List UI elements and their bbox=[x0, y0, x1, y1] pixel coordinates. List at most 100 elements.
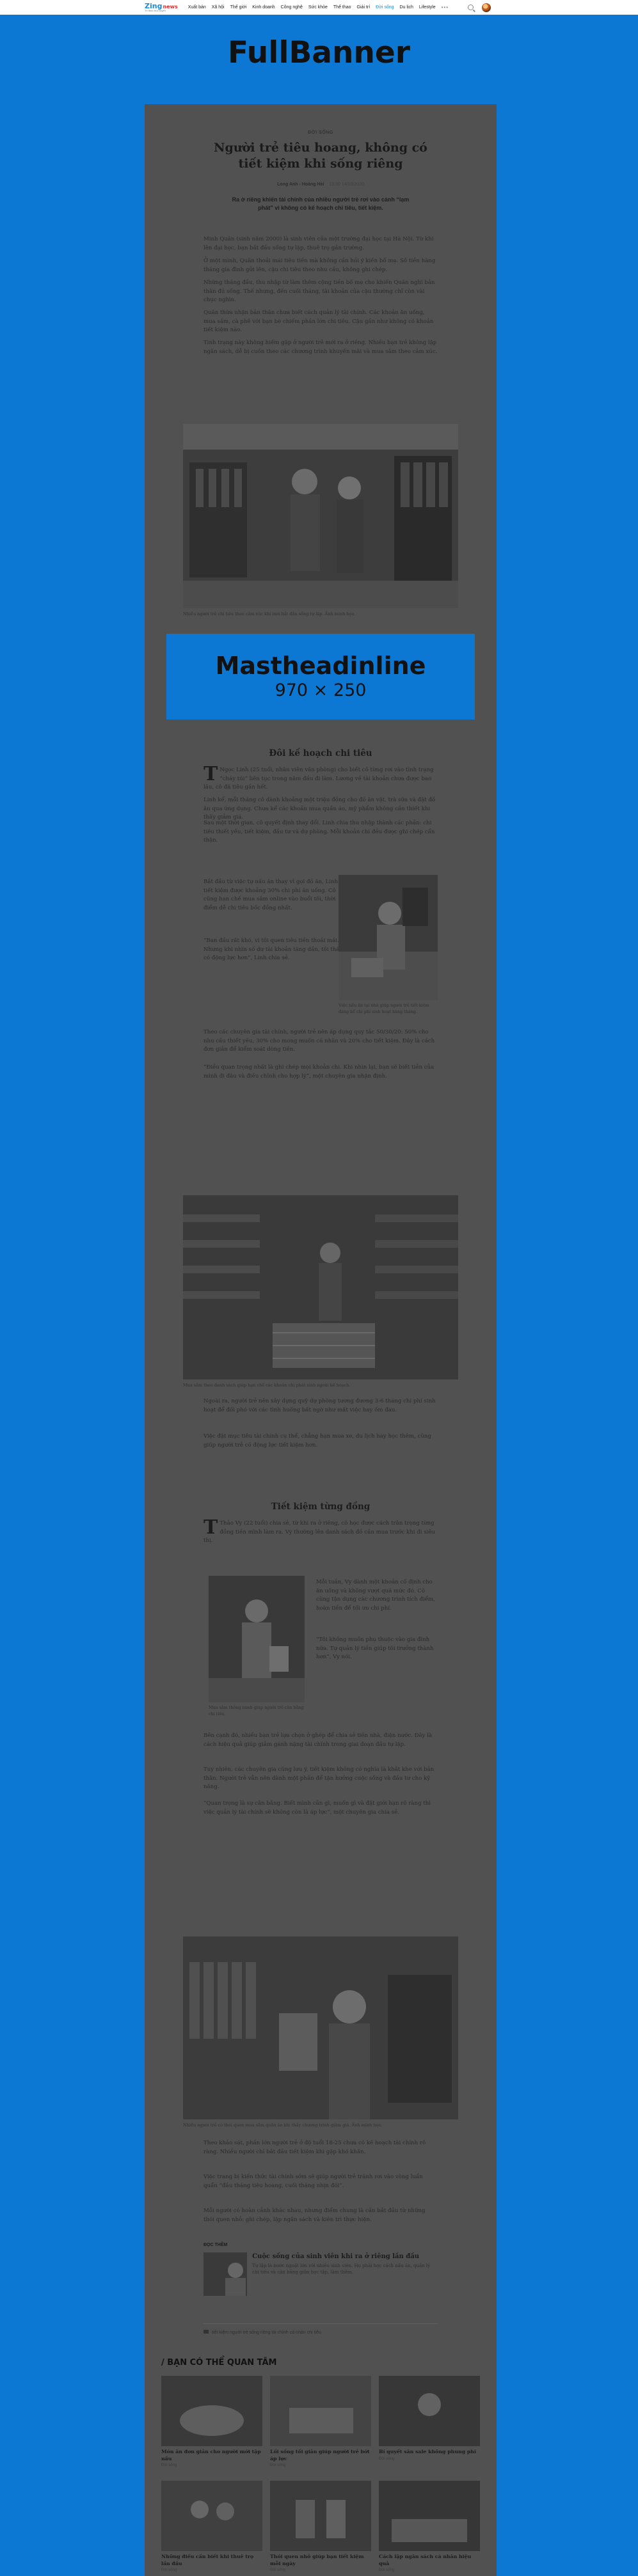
nav-item-kinh-doanh[interactable]: Kinh doanh bbox=[252, 5, 275, 10]
article-paragraph: Minh Quân (sinh năm 2000) là sinh viên c… bbox=[203, 236, 434, 251]
card-image bbox=[270, 2481, 371, 2551]
photo-caption: Nhiều người trẻ chi tiêu theo cảm xúc kh… bbox=[183, 611, 356, 617]
user-avatar[interactable] bbox=[482, 3, 491, 12]
card-thumbnail[interactable] bbox=[270, 2481, 371, 2551]
article-paragraph: Ngoài ra, người trẻ nên xây dựng quỹ dự … bbox=[203, 1398, 436, 1413]
logo-tagline: Tri thức trực tuyến bbox=[145, 9, 166, 12]
photo-caption: Mua sắm theo danh sách giúp hạn chế các … bbox=[183, 1383, 351, 1388]
search-icon[interactable] bbox=[468, 4, 474, 10]
related-article-box[interactable]: ĐỌC THÊM Cuộc sống của sinh viên khi ra … bbox=[203, 2243, 438, 2296]
article-photo-clothes-shop bbox=[183, 1936, 458, 2119]
article-paragraph: Bắt đầu từ việc tự nấu ăn thay vì gọi đồ… bbox=[203, 879, 339, 911]
article-sapo: Ra ở riêng khiến tài chính của nhiều ngư… bbox=[232, 196, 410, 211]
article-paragraph: Sau một thời gian, cô quyết định thay đổ… bbox=[203, 820, 435, 844]
card-meta: Đời sống bbox=[161, 2463, 177, 2467]
article-author[interactable]: Long Anh - Hoàng Hải bbox=[277, 182, 324, 187]
card-thumbnail[interactable] bbox=[161, 2376, 262, 2446]
card-image bbox=[270, 2376, 371, 2446]
top-navigation: Zingnews Tri thức trực tuyến Xuất bản Xã… bbox=[0, 0, 638, 15]
cooking-image bbox=[339, 875, 438, 1000]
article-paragraph: Tuy nhiên, các chuyên gia cũng lưu ý, ti… bbox=[203, 1766, 435, 1790]
card-title[interactable]: Thói quen nhỏ giúp bạn tiết kiệm mỗi ngà… bbox=[270, 2554, 371, 2567]
nav-item-the-gioi[interactable]: Thế giới bbox=[230, 5, 247, 10]
card-thumbnail[interactable] bbox=[161, 2481, 262, 2551]
card-image bbox=[379, 2481, 480, 2551]
card-title[interactable]: Lối sống tối giản giúp người trẻ bớt áp … bbox=[270, 2449, 371, 2462]
card-title[interactable]: Cách lập ngân sách cá nhân hiệu quả bbox=[379, 2554, 480, 2567]
article-paragraph: Theo khảo sát, phần lớn người trẻ ở độ t… bbox=[203, 2140, 426, 2155]
card-image bbox=[379, 2376, 480, 2446]
photo-caption: Việc nấu ăn tại nhà giúp người trẻ tiết … bbox=[339, 1003, 429, 1014]
article-photo-fashion-store bbox=[183, 424, 458, 608]
article-paragraph: Tình trạng này không hiếm gặp ở người tr… bbox=[203, 340, 438, 355]
nav-item-suc-khoe[interactable]: Sức khỏe bbox=[308, 5, 328, 10]
related-image bbox=[203, 2252, 248, 2296]
card-thumbnail[interactable] bbox=[379, 2481, 480, 2551]
supermarket-image bbox=[183, 1195, 458, 1379]
related-description: Tự lập là bước ngoặt lớn với nhiều sinh … bbox=[252, 2263, 431, 2275]
card-title[interactable]: Những điều cần biết khi thuê trọ lần đầu bbox=[161, 2554, 262, 2567]
card-meta: Đời sống bbox=[270, 2568, 286, 2572]
related-label: ĐỌC THÊM bbox=[203, 2243, 228, 2247]
article-paragraph: Theo các chuyên gia tài chính, người trẻ… bbox=[203, 1029, 435, 1053]
nav-item-giai-tri[interactable]: Giải trí bbox=[357, 5, 371, 10]
nav-menu: Xuất bản Xã hội Thế giới Kinh doanh Công… bbox=[188, 4, 468, 10]
tag-icon bbox=[203, 2330, 209, 2334]
card-title[interactable]: Bí quyết săn sale không phung phí bbox=[379, 2449, 480, 2456]
card-image bbox=[161, 2376, 262, 2446]
site-logo[interactable]: Zingnews Tri thức trực tuyến bbox=[145, 3, 178, 12]
card-title[interactable]: Món ăn đơn giản cho người mới tập nấu bbox=[161, 2449, 262, 2462]
article-paragraph: Những tháng đầu, thu nhập từ làm thêm cộ… bbox=[203, 279, 435, 303]
photo-caption: Nhiều người trẻ có thói quen mua sắm quầ… bbox=[183, 2123, 383, 2128]
tag-list[interactable]: tiết kiệm người trẻ sống riêng tài chính… bbox=[212, 2330, 321, 2335]
nav-item-xuat-ban[interactable]: Xuất bản bbox=[188, 5, 206, 10]
may-care-card[interactable]: Cách lập ngân sách cá nhân hiệu quả Đời … bbox=[379, 2481, 480, 2572]
related-title[interactable]: Cuộc sống của sinh viên khi ra ở riêng l… bbox=[252, 2252, 438, 2261]
shopping-image bbox=[209, 1576, 305, 1702]
article-paragraph: Ở một mình, Quân thoải mái tiêu tiền mà … bbox=[203, 258, 436, 273]
masthead-inline-ad[interactable]: Mastheadinline 970 × 250 bbox=[166, 634, 475, 719]
may-care-card[interactable]: Lối sống tối giản giúp người trẻ bớt áp … bbox=[270, 2376, 371, 2467]
article-meta: Long Anh - Hoàng Hải 13:30 14/10/2020 bbox=[145, 182, 497, 187]
nav-item-du-lich[interactable]: Du lịch bbox=[400, 5, 413, 10]
article-paragraph: “Ban đầu rất khó, vì tôi quen tiêu tiền … bbox=[203, 938, 343, 961]
drop-cap: T bbox=[203, 763, 218, 785]
related-thumbnail[interactable] bbox=[203, 2252, 248, 2296]
nav-item-the-thao[interactable]: Thể thao bbox=[333, 5, 351, 10]
article-container: ĐỜI SỐNG Người trẻ tiêu hoang, không có … bbox=[145, 104, 497, 2576]
more-menu-icon[interactable]: ••• bbox=[442, 4, 449, 10]
may-care-card[interactable]: Những điều cần biết khi thuê trọ lần đầu… bbox=[161, 2481, 262, 2572]
card-meta: Đời sống bbox=[379, 2568, 395, 2572]
article-photo-shopping bbox=[209, 1576, 305, 1702]
card-meta: Đời sống bbox=[379, 2456, 395, 2461]
full-banner-ad[interactable]: FullBanner bbox=[0, 35, 638, 70]
photo-caption: Mua sắm thông minh giúp người trẻ cân bằ… bbox=[209, 1705, 304, 1716]
article-title: Người trẻ tiêu hoang, không có tiết kiệm… bbox=[214, 141, 427, 171]
masthead-title: Mastheadinline bbox=[215, 652, 426, 680]
article-paragraph: T Thảo Vy (22 tuổi) chia sẻ, từ khi ra ở … bbox=[203, 1516, 435, 1544]
article-paragraph: T Ngọc Linh (25 tuổi, nhân viên văn phòng… bbox=[203, 763, 434, 791]
subheading: Đôi kế hoạch chi tiêu bbox=[269, 748, 372, 758]
article-time: 13:30 14/10/2020 bbox=[329, 182, 364, 187]
card-thumbnail[interactable] bbox=[270, 2376, 371, 2446]
may-care-card[interactable]: Bí quyết săn sale không phung phí Đời số… bbox=[379, 2376, 480, 2461]
article-tags: tiết kiệm người trẻ sống riêng tài chính… bbox=[203, 2323, 438, 2335]
nav-item-xa-hoi[interactable]: Xã hội bbox=[212, 5, 225, 10]
may-care-card[interactable]: Thói quen nhỏ giúp bạn tiết kiệm mỗi ngà… bbox=[270, 2481, 371, 2572]
nav-item-cong-nghe[interactable]: Công nghệ bbox=[281, 5, 303, 10]
article-paragraph: Việc trang bị kiến thức tài chính sớm sẽ… bbox=[203, 2174, 423, 2189]
article-category[interactable]: ĐỜI SỐNG bbox=[145, 130, 497, 135]
card-thumbnail[interactable] bbox=[379, 2376, 480, 2446]
nav-item-doi-song[interactable]: Đời sống bbox=[376, 5, 394, 10]
article-photo-cooking bbox=[339, 875, 438, 1000]
article-paragraph: Linh kể, mỗi tháng cô dành khoảng một tr… bbox=[203, 797, 436, 821]
card-meta: Đời sống bbox=[161, 2568, 177, 2572]
masthead-size: 970 × 250 bbox=[275, 680, 367, 700]
article-paragraph: Việc đặt mục tiêu tài chính cụ thể, chẳn… bbox=[203, 1433, 431, 1449]
nav-item-lifestyle[interactable]: Lifestyle bbox=[419, 5, 436, 10]
fashion-store-image bbox=[183, 424, 458, 608]
card-meta: Đời sống bbox=[270, 2463, 286, 2467]
may-care-card[interactable]: Món ăn đơn giản cho người mới tập nấu Đờ… bbox=[161, 2376, 262, 2467]
article-paragraph: Mỗi tuần, Vy dành một khoản cố định cho … bbox=[316, 1579, 435, 1612]
subheading: Tiết kiệm từng đồng bbox=[271, 1502, 371, 1512]
